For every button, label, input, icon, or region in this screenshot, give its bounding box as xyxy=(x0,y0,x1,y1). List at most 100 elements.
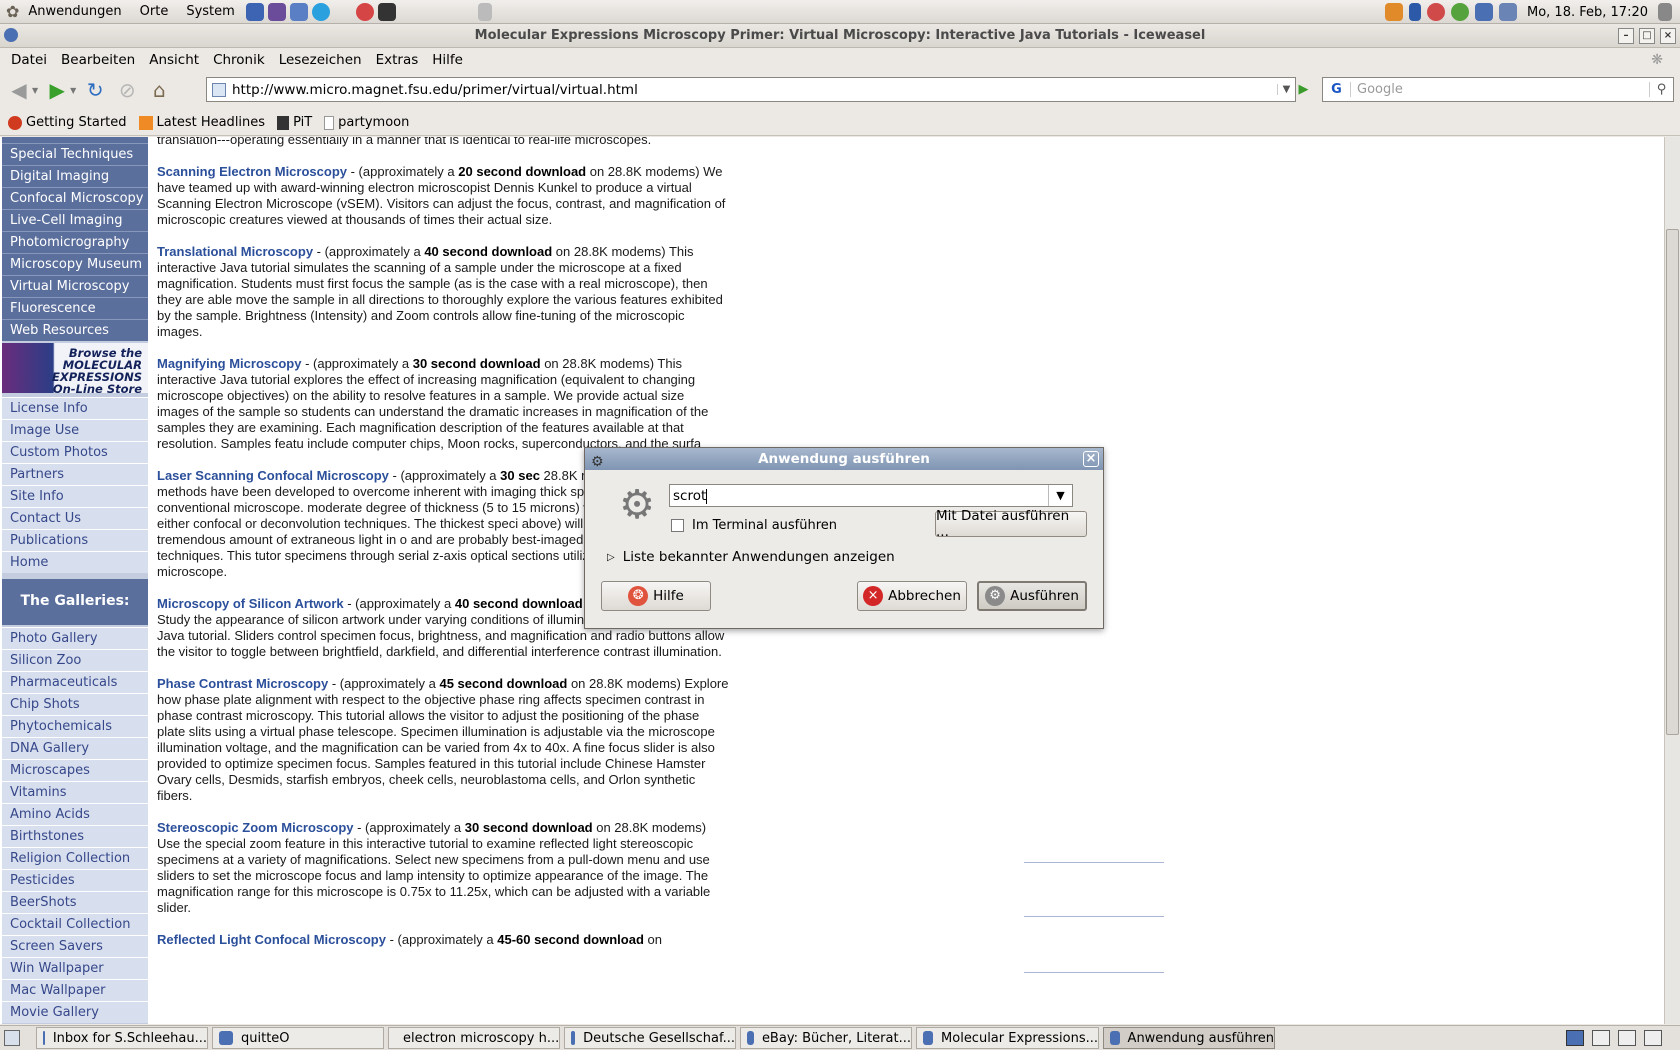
home-icon[interactable]: ⌂ xyxy=(146,77,172,103)
sidebar-item[interactable]: Chip Shots xyxy=(2,693,148,715)
sidebar-item[interactable]: Microscopy Museum xyxy=(2,253,148,275)
launcher-messenger-icon[interactable] xyxy=(267,2,286,21)
command-combobox[interactable]: scrot ▼ xyxy=(669,484,1073,507)
tray-lifebuoy-icon[interactable] xyxy=(1427,3,1445,21)
panel-menu-system[interactable]: System xyxy=(177,0,243,24)
sidebar-item[interactable]: Digital Imaging xyxy=(2,165,148,187)
sidebar-item[interactable]: Mac Wallpaper xyxy=(2,979,148,1001)
sidebar-item[interactable]: Silicon Zoo xyxy=(2,649,148,671)
sidebar-item[interactable]: Win Wallpaper xyxy=(2,957,148,979)
menu-file[interactable]: Datei xyxy=(4,52,54,68)
maximize-button[interactable]: □ xyxy=(1639,28,1655,44)
window-titlebar[interactable]: Molecular Expressions Microscopy Primer:… xyxy=(0,24,1680,48)
sidebar-item[interactable]: BeerShots xyxy=(2,891,148,913)
tutorial-link[interactable]: Translational Microscopy xyxy=(157,244,313,259)
taskbar-item[interactable]: electron microscopy h... xyxy=(388,1027,560,1049)
tutorial-link[interactable]: Phase Contrast Microscopy xyxy=(157,676,328,691)
sidebar-item[interactable]: Partners xyxy=(2,463,148,485)
sidebar-item[interactable]: Amino Acids xyxy=(2,803,148,825)
launcher-browser-icon[interactable] xyxy=(245,2,264,21)
taskbar-item[interactable]: Deutsche Gesellschaf... xyxy=(564,1027,736,1049)
sidebar-item[interactable]: Site Info xyxy=(2,485,148,507)
menu-bookmarks[interactable]: Lesezeichen xyxy=(272,52,369,68)
sidebar-item[interactable]: Fluorescence xyxy=(2,297,148,319)
tutorial-link[interactable]: Reflected Light Confocal Microscopy xyxy=(157,932,386,947)
menu-edit[interactable]: Bearbeiten xyxy=(54,52,142,68)
back-history-icon[interactable]: ▼ xyxy=(32,86,38,95)
launcher-lastfm-icon[interactable] xyxy=(355,2,374,21)
sidebar-item[interactable]: Pharmaceuticals xyxy=(2,671,148,693)
menu-view[interactable]: Ansicht xyxy=(142,52,206,68)
tray-network-icon[interactable] xyxy=(1475,3,1493,21)
cancel-button[interactable]: × Abbrechen xyxy=(857,581,967,611)
menu-tools[interactable]: Extras xyxy=(369,52,426,68)
command-input[interactable]: scrot xyxy=(673,488,708,504)
url-input[interactable]: http://www.micro.magnet.fsu.edu/primer/v… xyxy=(232,82,1277,98)
sidebar-item[interactable]: Photomicrography xyxy=(2,231,148,253)
sidebar-item[interactable]: DNA Gallery xyxy=(2,737,148,759)
sidebar-item[interactable]: Vitamins xyxy=(2,781,148,803)
minimize-button[interactable]: – xyxy=(1618,28,1634,44)
window-menu-icon[interactable] xyxy=(4,28,18,42)
tray-status-icon[interactable] xyxy=(1451,3,1469,21)
sidebar-item[interactable]: Special Techniques xyxy=(2,143,148,165)
panel-clock[interactable]: Mo, 18. Feb, 17:20 xyxy=(1521,5,1654,20)
tray-tools-icon[interactable] xyxy=(1385,3,1403,21)
sidebar-item[interactable]: Contact Us xyxy=(2,507,148,529)
known-apps-expander[interactable]: ▷ Liste bekannter Anwendungen anzeigen xyxy=(607,549,895,565)
sidebar-item[interactable]: Publications xyxy=(2,529,148,551)
tutorial-link[interactable]: Laser Scanning Confocal Microscopy xyxy=(157,468,389,483)
sidebar-item[interactable]: Live-Cell Imaging xyxy=(2,209,148,231)
taskbar-item[interactable]: quitteO xyxy=(212,1027,384,1049)
tutorial-link[interactable]: Microscopy of Silicon Artwork xyxy=(157,596,344,611)
bookmark-latest-headlines[interactable]: Latest Headlines xyxy=(138,115,265,130)
panel-menu-applications[interactable]: Anwendungen xyxy=(19,0,130,24)
show-desktop-icon[interactable] xyxy=(4,1030,20,1046)
launcher-terminal-icon[interactable] xyxy=(377,2,396,21)
sidebar-item[interactable]: Phytochemicals xyxy=(2,715,148,737)
sidebar-item[interactable]: License Info xyxy=(2,397,148,419)
bookmark-partymoon[interactable]: partymoon xyxy=(324,115,409,130)
bookmark-pit[interactable]: PiT xyxy=(277,115,312,130)
sidebar-item[interactable]: Virtual Microscopy xyxy=(2,275,148,297)
workspace-3-icon[interactable] xyxy=(1618,1030,1636,1046)
sidebar-item[interactable]: Confocal Microscopy xyxy=(2,187,148,209)
workspace-4-icon[interactable] xyxy=(1644,1030,1662,1046)
workspace-2-icon[interactable] xyxy=(1592,1030,1610,1046)
scrollbar-thumb[interactable] xyxy=(1666,229,1679,735)
forward-history-icon[interactable]: ▼ xyxy=(70,86,76,95)
close-window-button[interactable]: × xyxy=(1660,28,1676,44)
sidebar-item[interactable]: Custom Photos xyxy=(2,441,148,463)
vertical-scrollbar[interactable] xyxy=(1664,137,1680,1024)
taskbar-item[interactable]: Anwendung ausführen xyxy=(1103,1027,1275,1049)
search-input[interactable]: Google xyxy=(1351,82,1649,97)
taskbar-item[interactable]: eBay: Bücher, Literat... xyxy=(740,1027,912,1049)
terminal-option[interactable]: Im Terminal ausführen xyxy=(671,518,837,533)
dialog-titlebar[interactable]: ⚙ Anwendung ausführen × xyxy=(585,448,1103,470)
url-bar[interactable]: http://www.micro.magnet.fsu.edu/primer/v… xyxy=(206,77,1296,102)
chevron-down-icon[interactable]: ▼ xyxy=(1048,485,1072,506)
taskbar-item[interactable]: Molecular Expressions... xyxy=(916,1027,1099,1049)
launcher-misc-icon[interactable] xyxy=(477,2,492,21)
sidebar-item[interactable]: Image Use xyxy=(2,419,148,441)
panel-menu-places[interactable]: Orte xyxy=(131,0,178,24)
forward-icon[interactable]: ▶ xyxy=(44,77,70,103)
sidebar-item[interactable]: Movie Gallery xyxy=(2,1001,148,1023)
go-icon[interactable]: ▶ xyxy=(1291,77,1316,102)
help-button[interactable]: ❂ Hilfe xyxy=(601,581,711,611)
menu-help[interactable]: Hilfe xyxy=(425,52,470,68)
search-bar[interactable]: G Google ⚲ xyxy=(1322,77,1674,102)
taskbar-item[interactable]: Inbox for S.Schleehau... xyxy=(36,1027,208,1049)
menu-history[interactable]: Chronik xyxy=(206,52,272,68)
dialog-close-icon[interactable]: × xyxy=(1083,451,1099,467)
tutorial-link[interactable]: Magnifying Microscopy xyxy=(157,356,301,371)
tutorial-link[interactable]: Scanning Electron Microscopy xyxy=(157,164,347,179)
sidebar-item[interactable]: Microscapes xyxy=(2,759,148,781)
tray-bluetooth-icon[interactable] xyxy=(1409,3,1421,21)
sidebar-item[interactable]: Web Resources xyxy=(2,319,148,341)
workspace-1-icon[interactable] xyxy=(1566,1030,1584,1046)
tray-volume-icon[interactable] xyxy=(1658,3,1672,21)
store-banner[interactable]: Browse the MOLECULAR EXPRESSIONS On-Line… xyxy=(2,343,148,395)
bookmark-getting-started[interactable]: Getting Started xyxy=(8,115,127,130)
search-icon[interactable]: ⚲ xyxy=(1649,82,1673,97)
